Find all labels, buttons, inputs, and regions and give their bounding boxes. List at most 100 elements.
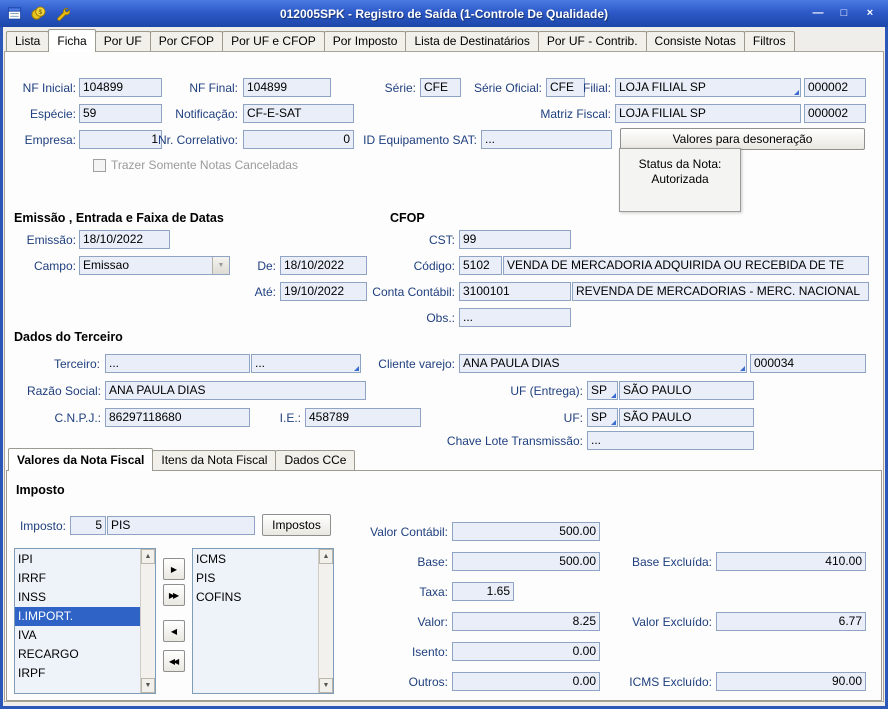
- list-item[interactable]: IVA: [15, 626, 140, 645]
- list-item[interactable]: INSS: [15, 588, 140, 607]
- ie-field[interactable]: 458789: [305, 408, 421, 427]
- tab-lista-destinatarios[interactable]: Lista de Destinatários: [405, 31, 538, 51]
- tab-por-cfop[interactable]: Por CFOP: [150, 31, 223, 51]
- cnpj-field[interactable]: 86297118680: [105, 408, 250, 427]
- list-item[interactable]: COFINS: [193, 588, 318, 607]
- move-right-button[interactable]: ▶: [163, 558, 185, 580]
- outros-field[interactable]: 0.00: [452, 672, 600, 691]
- tab-ficha[interactable]: Ficha: [48, 29, 95, 52]
- valor-contabil-label: Valor Contábil:: [348, 524, 448, 541]
- serie-field[interactable]: CFE: [420, 78, 461, 97]
- maximize-button[interactable]: □: [834, 5, 854, 21]
- conta-contabil-code-field[interactable]: 3100101: [459, 282, 571, 301]
- assigned-taxes-list[interactable]: ICMS PIS COFINS ▲ ▼: [192, 548, 334, 694]
- main-tab-bar: Lista Ficha Por UF Por CFOP Por UF e CFO…: [6, 29, 794, 51]
- tab-valores-nota-fiscal[interactable]: Valores da Nota Fiscal: [8, 448, 153, 471]
- uf-name-field[interactable]: SÃO PAULO: [619, 408, 754, 427]
- uf-code-field[interactable]: SP: [587, 408, 618, 427]
- cnpj-label: C.N.P.J.:: [18, 410, 101, 427]
- close-button[interactable]: ×: [860, 5, 880, 21]
- scroll-up-icon[interactable]: ▲: [319, 549, 333, 564]
- chave-lote-field[interactable]: ...: [587, 431, 754, 450]
- uf-entrega-name-field[interactable]: SÃO PAULO: [619, 381, 754, 400]
- especie-field[interactable]: 59: [79, 104, 162, 123]
- valor-excluido-field[interactable]: 6.77: [716, 612, 866, 631]
- base-label: Base:: [348, 554, 448, 571]
- nf-final-field[interactable]: 104899: [243, 78, 331, 97]
- emissao-field[interactable]: 18/10/2022: [79, 230, 170, 249]
- list-item[interactable]: IRPF: [15, 664, 140, 683]
- matriz-fiscal-label: Matriz Fiscal:: [528, 106, 611, 123]
- list-item[interactable]: RECARGO: [15, 645, 140, 664]
- ate-field[interactable]: 19/10/2022: [280, 282, 367, 301]
- imposto-name-field[interactable]: PIS: [107, 516, 255, 535]
- list-item[interactable]: IRRF: [15, 569, 140, 588]
- serie-label: Série:: [372, 80, 416, 97]
- imposto-code-field[interactable]: 5: [70, 516, 106, 535]
- status-da-nota-value: Autorizada: [620, 172, 740, 187]
- tab-por-uf-e-cfop[interactable]: Por UF e CFOP: [222, 31, 325, 51]
- de-field[interactable]: 18/10/2022: [280, 256, 367, 275]
- title-bar[interactable]: $ 012005SPK - Registro de Saída (1-Contr…: [0, 0, 888, 27]
- tab-itens-nota-fiscal[interactable]: Itens da Nota Fiscal: [152, 450, 276, 470]
- wrench-icon[interactable]: [54, 6, 70, 22]
- terceiro-field-1[interactable]: ...: [105, 354, 250, 373]
- isento-field[interactable]: 0.00: [452, 642, 600, 661]
- list-item[interactable]: PIS: [193, 569, 318, 588]
- svg-text:$: $: [38, 9, 42, 16]
- cst-field[interactable]: 99: [459, 230, 571, 249]
- tab-consiste-notas[interactable]: Consiste Notas: [646, 31, 745, 51]
- icms-excluido-field[interactable]: 90.00: [716, 672, 866, 691]
- codigo-code-field[interactable]: 5102: [459, 256, 502, 275]
- money-icon[interactable]: $: [30, 6, 46, 22]
- cliente-varejo-code-field[interactable]: 000034: [750, 354, 866, 373]
- codigo-desc-field[interactable]: VENDA DE MERCADORIA ADQUIRIDA OU RECEBID…: [503, 256, 869, 275]
- empresa-label: Empresa:: [8, 132, 76, 149]
- uf-entrega-code-field[interactable]: SP: [587, 381, 618, 400]
- nf-final-label: NF Final:: [165, 80, 238, 97]
- trazer-canceladas-checkbox[interactable]: [93, 159, 106, 172]
- scroll-down-icon[interactable]: ▼: [319, 678, 333, 693]
- scroll-up-icon[interactable]: ▲: [141, 549, 155, 564]
- cst-label: CST:: [408, 232, 455, 249]
- notificacao-field[interactable]: CF-E-SAT: [243, 104, 354, 123]
- nr-correlativo-field[interactable]: 0: [243, 130, 354, 149]
- tab-por-imposto[interactable]: Por Imposto: [324, 31, 407, 51]
- move-left-button[interactable]: ◀: [163, 620, 185, 642]
- nf-inicial-field[interactable]: 104899: [79, 78, 162, 97]
- tab-por-uf[interactable]: Por UF: [95, 31, 151, 51]
- base-field[interactable]: 500.00: [452, 552, 600, 571]
- list-item[interactable]: IPI: [15, 550, 140, 569]
- scrollbar[interactable]: ▲ ▼: [318, 549, 333, 693]
- minimize-button[interactable]: —: [808, 5, 828, 21]
- move-all-right-button[interactable]: ▶▶: [163, 584, 185, 606]
- conta-contabil-desc-field[interactable]: REVENDA DE MERCADORIAS - MERC. NACIONAL: [572, 282, 869, 301]
- impostos-button[interactable]: Impostos: [262, 514, 331, 536]
- matriz-fiscal-name-field[interactable]: LOJA FILIAL SP: [615, 104, 801, 123]
- list-item-selected[interactable]: I.IMPORT.: [15, 607, 140, 626]
- filial-code-field[interactable]: 000002: [804, 78, 866, 97]
- filial-name-field[interactable]: LOJA FILIAL SP: [615, 78, 801, 97]
- id-equipamento-sat-field[interactable]: ...: [481, 130, 612, 149]
- razao-social-field[interactable]: ANA PAULA DIAS: [105, 381, 366, 400]
- valores-desoneracao-button[interactable]: Valores para desoneração: [620, 128, 865, 150]
- taxa-field[interactable]: 1.65: [452, 582, 514, 601]
- tab-lista[interactable]: Lista: [6, 31, 49, 51]
- terceiro-field-2[interactable]: ...: [251, 354, 361, 373]
- list-item[interactable]: ICMS: [193, 550, 318, 569]
- campo-combobox[interactable]: Emissao ▼: [79, 256, 230, 275]
- base-excluida-field[interactable]: 410.00: [716, 552, 866, 571]
- cliente-varejo-name-field[interactable]: ANA PAULA DIAS: [459, 354, 747, 373]
- tab-filtros[interactable]: Filtros: [744, 31, 795, 51]
- available-taxes-list[interactable]: IPI IRRF INSS I.IMPORT. IVA RECARGO IRPF…: [14, 548, 156, 694]
- scroll-down-icon[interactable]: ▼: [141, 678, 155, 693]
- move-all-left-button[interactable]: ◀◀: [163, 650, 185, 672]
- tab-dados-cce[interactable]: Dados CCe: [275, 450, 355, 470]
- valor-field[interactable]: 8.25: [452, 612, 600, 631]
- valor-contabil-field[interactable]: 500.00: [452, 522, 600, 541]
- matriz-fiscal-code-field[interactable]: 000002: [804, 104, 866, 123]
- tab-por-uf-contrib[interactable]: Por UF - Contrib.: [538, 31, 647, 51]
- obs-field[interactable]: ...: [459, 308, 571, 327]
- scrollbar[interactable]: ▲ ▼: [140, 549, 155, 693]
- chevron-down-icon[interactable]: ▼: [212, 257, 229, 274]
